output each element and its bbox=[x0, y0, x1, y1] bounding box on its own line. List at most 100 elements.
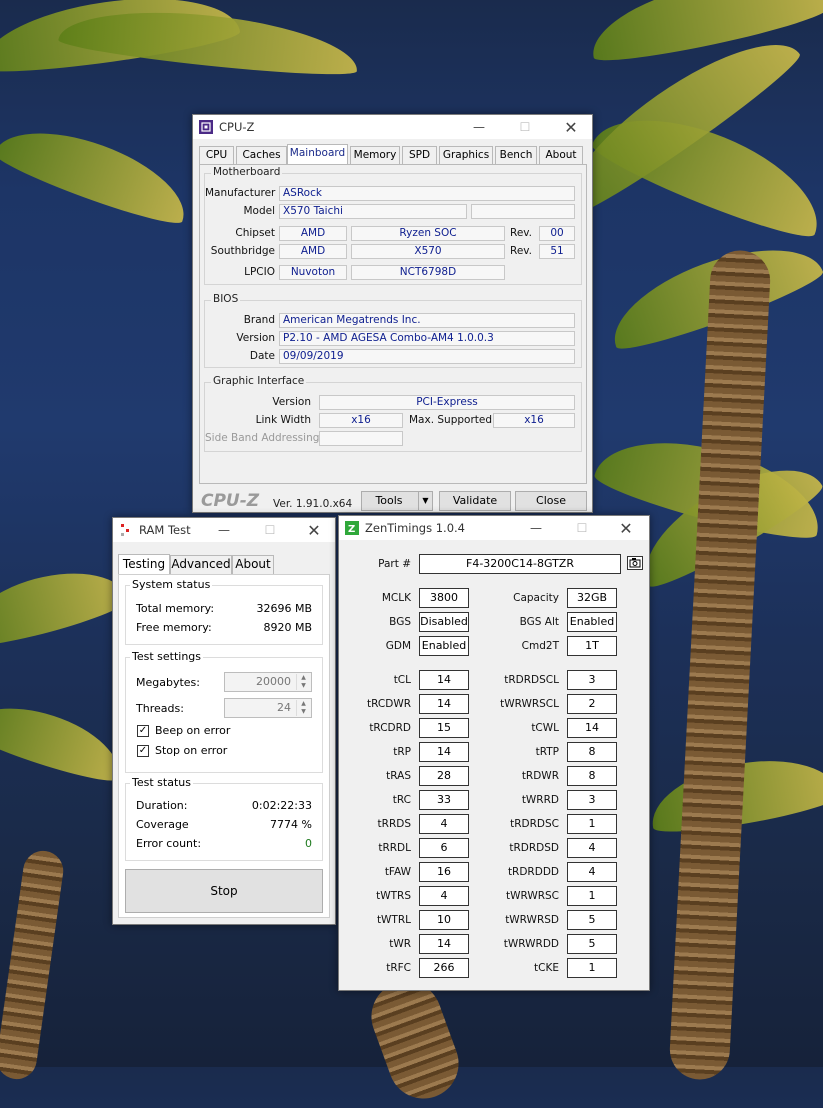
threads-stepper[interactable]: 24 ▲ ▼ bbox=[224, 698, 312, 718]
timing-row-right-label: BGS Alt bbox=[519, 616, 559, 628]
dropdown-arrow-icon[interactable]: ▼ bbox=[418, 492, 432, 510]
minimize-icon[interactable]: — bbox=[201, 518, 247, 542]
test-settings-group: Test settings Megabytes: 20000 ▲ ▼ Thread… bbox=[125, 650, 323, 773]
motherboard-group: Motherboard Manufacturer ASRock Model X5… bbox=[204, 166, 582, 285]
gi-link-width-value: x16 bbox=[319, 413, 403, 428]
timing-row-right-value: 1 bbox=[567, 814, 617, 834]
close-icon[interactable]: ✕ bbox=[548, 115, 594, 139]
timing-row-right-value: 14 bbox=[567, 718, 617, 738]
bios-brand-value: American Megatrends Inc. bbox=[279, 313, 575, 328]
timing-row-right-value: 5 bbox=[567, 934, 617, 954]
tab-testing[interactable]: Testing bbox=[118, 554, 170, 575]
timing-row-left-value: Disabled bbox=[419, 612, 469, 632]
bios-group: BIOS Brand American Megatrends Inc. Vers… bbox=[204, 293, 582, 368]
tab-advanced[interactable]: Advanced bbox=[170, 555, 232, 574]
zentimings-app-icon: Z bbox=[345, 521, 359, 535]
tools-button[interactable]: Tools ▼ bbox=[361, 491, 433, 511]
maximize-icon[interactable]: ☐ bbox=[559, 516, 605, 540]
timing-row-right-label: Cmd2T bbox=[521, 640, 559, 652]
svg-text:Z: Z bbox=[348, 524, 355, 535]
megabytes-stepper[interactable]: 20000 ▲ ▼ bbox=[224, 672, 312, 692]
timing-row-right-value: 8 bbox=[567, 742, 617, 762]
bios-date-label: Date bbox=[249, 350, 275, 362]
timing-row-left-label: tRCDRD bbox=[369, 722, 411, 734]
cpuz-version: Ver. 1.91.0.x64 bbox=[273, 498, 353, 510]
timing-row-right-value: 1T bbox=[567, 636, 617, 656]
stop-button[interactable]: Stop bbox=[125, 869, 323, 913]
timing-row-left-label: tWR bbox=[389, 938, 411, 950]
timing-row-right-label: tWRWRSCL bbox=[500, 698, 559, 710]
southbridge-vendor: AMD bbox=[279, 244, 347, 259]
threads-value: 24 bbox=[277, 701, 291, 714]
tab-spd[interactable]: SPD bbox=[402, 146, 437, 164]
close-icon[interactable]: ✕ bbox=[603, 516, 649, 540]
timing-row-left-label: BGS bbox=[389, 616, 411, 628]
total-memory-value: 32696 MB bbox=[256, 602, 312, 615]
southbridge-name: X570 bbox=[351, 244, 505, 259]
tab-graphics[interactable]: Graphics bbox=[439, 146, 493, 164]
timing-row-left-value: 4 bbox=[419, 814, 469, 834]
timing-row-right-value: 8 bbox=[567, 766, 617, 786]
checkmark-icon: ✓ bbox=[138, 725, 148, 736]
timing-row-left-value: 14 bbox=[419, 934, 469, 954]
ramtest-title: RAM Test bbox=[139, 523, 191, 537]
close-icon[interactable]: ✕ bbox=[291, 518, 337, 542]
bios-date-value: 09/09/2019 bbox=[279, 349, 575, 364]
timing-row-left-label: tRCDWR bbox=[367, 698, 411, 710]
timing-row-right-value: Enabled bbox=[567, 612, 617, 632]
gi-version-value: PCI-Express bbox=[319, 395, 575, 410]
gi-version-label: Version bbox=[272, 396, 311, 408]
tab-mainboard[interactable]: Mainboard bbox=[287, 144, 348, 164]
maximize-icon[interactable]: ☐ bbox=[247, 518, 293, 542]
tab-caches[interactable]: Caches bbox=[236, 146, 287, 164]
ramtest-app-icon bbox=[119, 523, 133, 537]
zentimings-titlebar[interactable]: Z ZenTimings 1.0.4 — ☐ ✕ bbox=[339, 516, 649, 540]
timing-row-left-label: tRFC bbox=[386, 962, 411, 974]
total-memory-label: Total memory: bbox=[136, 602, 215, 615]
tab-cpu[interactable]: CPU bbox=[199, 146, 234, 164]
tab-memory[interactable]: Memory bbox=[350, 146, 400, 164]
southbridge-rev-value: 51 bbox=[539, 244, 575, 259]
timing-row-left-label: tRRDL bbox=[378, 842, 411, 854]
timing-row-left-label: tRP bbox=[393, 746, 411, 758]
error-count-label: Error count: bbox=[136, 837, 202, 850]
beep-on-error-label[interactable]: Beep on error bbox=[155, 724, 230, 737]
tab-about[interactable]: About bbox=[232, 555, 274, 574]
spin-arrows-icon[interactable]: ▲ ▼ bbox=[296, 700, 310, 716]
camera-icon[interactable] bbox=[627, 556, 643, 570]
close-button[interactable]: Close bbox=[515, 491, 587, 511]
timing-row-right-value: 3 bbox=[567, 790, 617, 810]
southbridge-label: Southbridge bbox=[210, 245, 275, 257]
minimize-icon[interactable]: — bbox=[456, 115, 502, 139]
gi-link-width-label: Link Width bbox=[255, 414, 311, 426]
bios-brand-label: Brand bbox=[243, 314, 275, 326]
manufacturer-label: Manufacturer bbox=[205, 187, 276, 199]
duration-value: 0:02:22:33 bbox=[251, 799, 312, 812]
stop-on-error-label[interactable]: Stop on error bbox=[155, 744, 227, 757]
lpcio-label: LPCIO bbox=[244, 266, 275, 278]
beep-on-error-checkbox[interactable]: ✓ bbox=[137, 725, 149, 737]
tab-about[interactable]: About bbox=[539, 146, 583, 164]
timing-row-left-value: 28 bbox=[419, 766, 469, 786]
maximize-icon[interactable]: ☐ bbox=[502, 115, 548, 139]
timing-row-left-value: 266 bbox=[419, 958, 469, 978]
validate-button[interactable]: Validate bbox=[439, 491, 511, 511]
bios-group-title: BIOS bbox=[211, 293, 241, 305]
gi-sideband-label: Side Band Addressing bbox=[205, 432, 320, 444]
ramtest-tab-page: System status Total memory: 32696 MB Fre… bbox=[118, 574, 330, 918]
free-memory-value: 8920 MB bbox=[263, 621, 312, 634]
timing-row-left-label: tFAW bbox=[384, 866, 411, 878]
cpuz-tab-bar: CPU Caches Mainboard Memory SPD Graphics… bbox=[199, 144, 587, 164]
timing-row-left-value: 4 bbox=[419, 886, 469, 906]
chipset-name: Ryzen SOC bbox=[351, 226, 505, 241]
tab-bench[interactable]: Bench bbox=[495, 146, 537, 164]
cpuz-titlebar[interactable]: CPU-Z — ☐ ✕ bbox=[193, 115, 592, 139]
timing-row-right-label: tRDWR bbox=[521, 770, 559, 782]
timing-row-right-label: tWRWRSD bbox=[505, 914, 559, 926]
ramtest-titlebar[interactable]: RAM Test — ☐ ✕ bbox=[113, 518, 335, 542]
timing-row-right-value: 3 bbox=[567, 670, 617, 690]
spin-arrows-icon[interactable]: ▲ ▼ bbox=[296, 674, 310, 690]
gi-sideband-value bbox=[319, 431, 403, 446]
minimize-icon[interactable]: — bbox=[513, 516, 559, 540]
stop-on-error-checkbox[interactable]: ✓ bbox=[137, 745, 149, 757]
